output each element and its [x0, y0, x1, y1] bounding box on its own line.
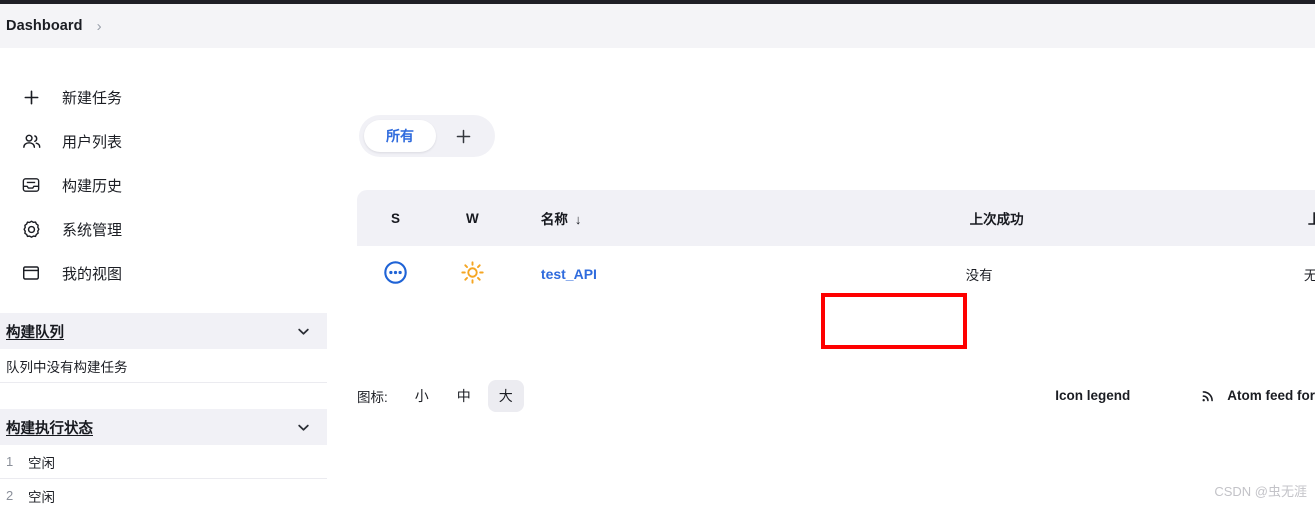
job-name-cell: test_API [511, 246, 966, 302]
sidebar-nav: 新建任务 用户列表 构建历史 系统管理 我的视图 [0, 48, 327, 295]
build-executor-header[interactable]: 构建执行状态 [0, 409, 327, 445]
icon-size-label: 图标: [357, 390, 388, 405]
sidebar: 新建任务 用户列表 构建历史 系统管理 我的视图 构建队列 队列中没有构建任务 … [0, 48, 327, 509]
column-header-name-label: 名称 [540, 212, 568, 227]
sunny-icon[interactable] [460, 260, 485, 285]
tab-all[interactable]: 所有 [364, 120, 436, 152]
jobs-table: S W 名称 ↓ 上次成功 上次失败 [357, 190, 1315, 302]
plus-icon [18, 84, 44, 110]
executor-row[interactable]: 2 空闲 [0, 479, 327, 509]
chevron-down-icon[interactable] [296, 324, 311, 339]
sidebar-item-build-history[interactable]: 构建历史 [0, 163, 327, 207]
rss-feed-icon [1200, 387, 1217, 404]
job-link-test-api[interactable]: test_API [541, 266, 597, 282]
main-content: 所有 S W 名称↓ 上次成功 上次失 [327, 48, 1315, 509]
jenkins-dashboard-page: Dashboard › 新建任务 用户列表 构建历史 系统管理 我的视图 构建队… [0, 0, 1315, 509]
executor-state: 空闲 [28, 455, 55, 471]
watermark: CSDN @虫无涯 [1214, 484, 1307, 499]
column-header-status[interactable]: S [357, 190, 434, 246]
icon-size-small[interactable]: 小 [404, 380, 440, 412]
footer-links: Icon legend Atom feed for [1055, 380, 1315, 410]
sort-descending-icon: ↓ [574, 212, 582, 227]
tab-all-label: 所有 [386, 128, 414, 144]
gear-icon [18, 216, 44, 242]
breadcrumb-item-dashboard[interactable]: Dashboard [6, 18, 83, 34]
column-header-last-success[interactable]: 上次成功 [966, 190, 1304, 246]
sidebar-item-label: 我的视图 [62, 265, 123, 283]
job-last-success-cell: 没有 [965, 268, 993, 283]
column-header-name[interactable]: 名称 ↓ [511, 190, 966, 246]
people-icon [18, 128, 44, 154]
executor-state: 空闲 [28, 489, 55, 505]
sidebar-item-label: 系统管理 [62, 221, 123, 239]
atom-feed-label: Atom feed for [1227, 387, 1315, 403]
table-header-row: S W 名称 ↓ 上次成功 上次失败 [357, 190, 1315, 246]
sidebar-item-my-views[interactable]: 我的视图 [0, 251, 327, 295]
window-icon [18, 260, 44, 286]
view-tab-bar: 所有 [359, 115, 495, 157]
chevron-down-icon[interactable] [296, 420, 311, 435]
sidebar-item-users[interactable]: 用户列表 [0, 119, 327, 163]
job-weather-cell [434, 246, 511, 302]
sidebar-item-label: 构建历史 [62, 177, 123, 195]
build-queue-header[interactable]: 构建队列 [0, 313, 327, 349]
executor-row[interactable]: 1 空闲 [0, 445, 327, 479]
inbox-icon [18, 172, 44, 198]
atom-feed-link[interactable]: Atom feed for [1200, 387, 1315, 404]
icon-size-selector: 图标: 小 中 大 [357, 378, 530, 414]
icon-size-large[interactable]: 大 [487, 380, 524, 412]
sidebar-item-manage-jenkins[interactable]: 系统管理 [0, 207, 327, 251]
plus-icon [456, 129, 470, 143]
build-executor-title[interactable]: 构建执行状态 [6, 417, 93, 438]
pending-dots-icon[interactable] [383, 260, 408, 285]
sidebar-item-label: 新建任务 [62, 89, 123, 107]
column-header-weather[interactable]: W [434, 190, 511, 246]
table-row: test_API 没有 无 [357, 246, 1315, 302]
breadcrumb: Dashboard › [0, 4, 1315, 48]
executor-number: 1 [6, 454, 14, 469]
build-queue-title[interactable]: 构建队列 [6, 321, 64, 342]
executor-number: 2 [6, 488, 14, 503]
breadcrumb-chevron-icon: › [96, 17, 102, 35]
column-header-last-failure[interactable]: 上次失败 [1304, 190, 1315, 246]
icon-size-medium[interactable]: 中 [446, 380, 482, 412]
sidebar-item-label: 用户列表 [62, 133, 123, 151]
sidebar-item-new-job[interactable]: 新建任务 [0, 75, 327, 119]
job-status-cell [357, 246, 434, 302]
build-queue-empty-text: 队列中没有构建任务 [0, 349, 327, 383]
icon-legend-link[interactable]: Icon legend [1055, 388, 1130, 403]
build-executor-widget: 构建执行状态 1 空闲 2 空闲 [0, 409, 327, 509]
build-queue-widget: 构建队列 队列中没有构建任务 [0, 313, 327, 383]
job-last-failure-cell: 无 [1303, 268, 1315, 283]
add-view-button[interactable] [436, 120, 490, 152]
